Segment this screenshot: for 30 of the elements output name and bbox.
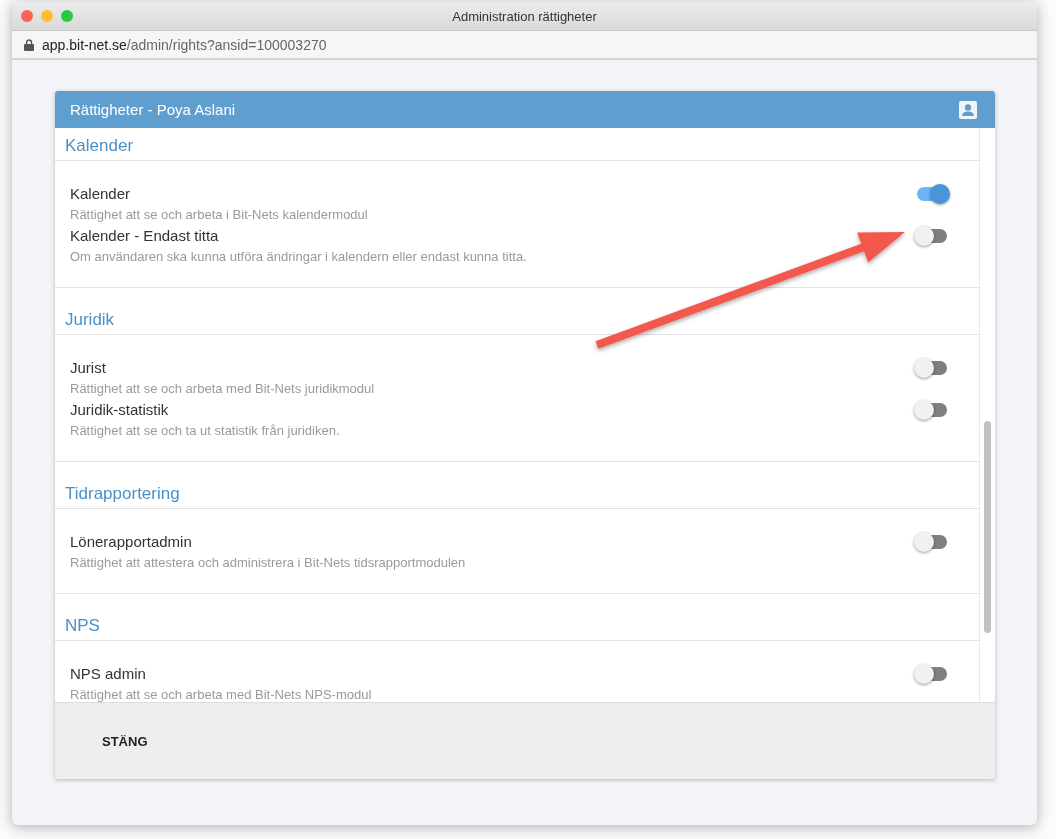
lock-icon [24, 38, 34, 51]
permission-description: Om användaren ska kunna utföra ändringar i kalendern eller endast kunna titta. [70, 248, 527, 266]
permission-description: Rättighet att se och arbeta i Bit-Nets kalendermodul [70, 206, 368, 224]
toggle-switch[interactable] [917, 361, 947, 375]
toggle-switch[interactable] [917, 229, 947, 243]
maximize-button[interactable] [61, 10, 73, 22]
permission-title: NPS admin [70, 664, 147, 684]
permission-title: Kalender - Endast titta [70, 226, 220, 246]
window-title: Administration rättigheter [452, 8, 597, 24]
close-button[interactable]: STÄNG [90, 723, 160, 759]
toggle-switch[interactable] [917, 667, 947, 681]
address-url[interactable]: app.bit-net.se/admin/rights?ansid=100003270 [42, 36, 327, 53]
permission-title: Juridik-statistik [70, 400, 170, 420]
scrollbar-thumb[interactable] [984, 421, 991, 633]
dialog-title: Rättigheter - Poya Aslani [70, 101, 236, 118]
permission-title: Jurist [70, 358, 107, 378]
permission-description: Rättighet att se och arbeta med Bit-Nets NPS-modul [70, 686, 372, 702]
user-icon[interactable] [959, 100, 977, 119]
window-close-button[interactable] [21, 10, 33, 22]
toggle-switch[interactable] [917, 187, 947, 201]
permission-title: Lönerapportadmin [70, 532, 193, 552]
permission-description: Rättighet att se och ta ut statistik från juridiken. [70, 422, 340, 440]
section-heading: Kalender [55, 128, 979, 161]
permission-description: Rättighet att se och arbeta med Bit-Nets juridikmodul [70, 380, 375, 398]
permission-description: Rättighet att attestera och administrera i Bit-Nets tidsrapportmodulen [70, 554, 466, 572]
section-heading: NPS [55, 594, 979, 641]
toggle-switch[interactable] [917, 535, 947, 549]
section-heading: Tidrapportering [55, 462, 979, 509]
toggle-switch[interactable] [917, 403, 947, 417]
permission-title: Kalender [70, 184, 132, 204]
